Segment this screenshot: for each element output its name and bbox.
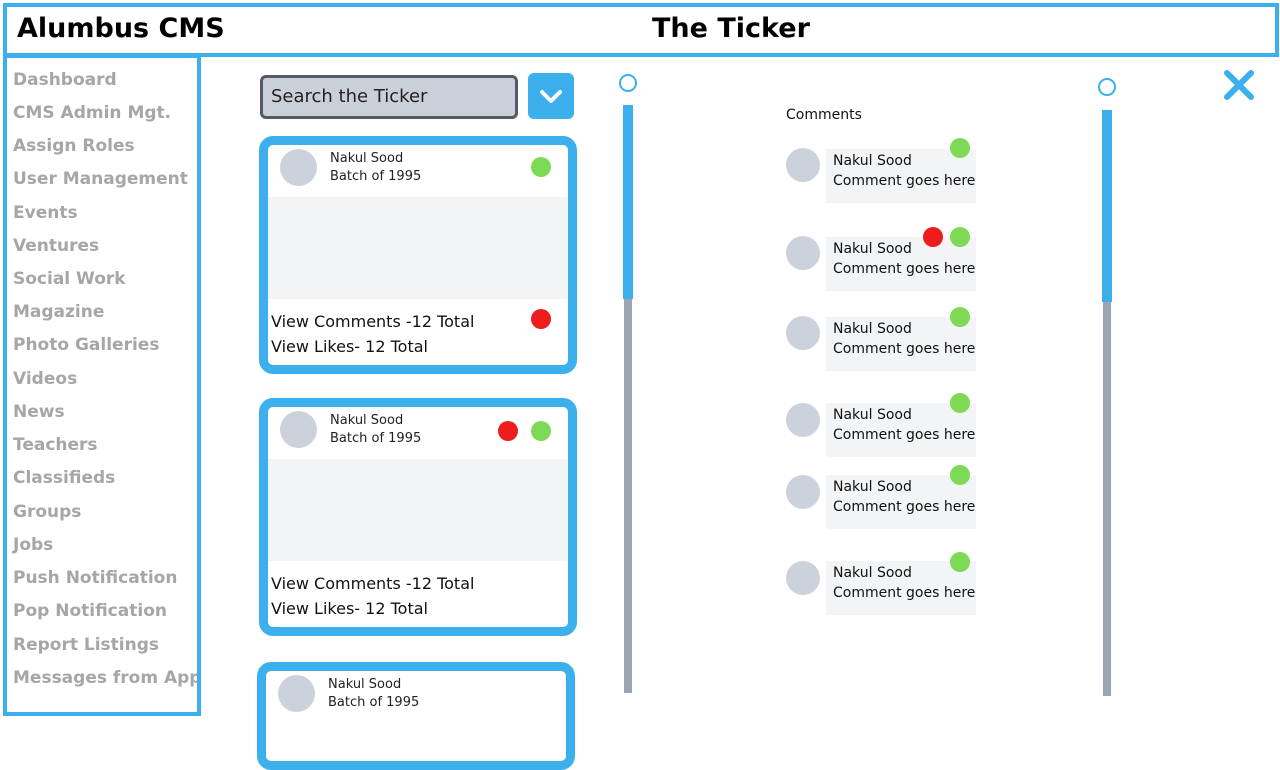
post-author-name: Nakul Sood xyxy=(330,413,404,428)
avatar xyxy=(786,236,820,270)
sidebar-item-jobs[interactable]: Jobs xyxy=(13,535,53,555)
sidebar-item-cms-admin[interactable]: CMS Admin Mgt. xyxy=(13,103,171,123)
post-header: Nakul Sood Batch of 1995 xyxy=(266,671,566,721)
chevron-down-icon xyxy=(540,90,562,103)
comment-item: Nakul Sood Comment goes here xyxy=(826,149,976,203)
approve-comment-button[interactable] xyxy=(950,138,970,158)
feed-scroll-top-handle[interactable] xyxy=(619,74,637,92)
comment-text: Comment goes here xyxy=(833,585,976,601)
comments-title: Comments xyxy=(786,107,862,123)
comment-text: Comment goes here xyxy=(833,173,976,189)
approve-comment-button[interactable] xyxy=(950,227,970,247)
view-likes-link[interactable]: View Likes- 12 Total xyxy=(271,337,428,356)
sidebar-item-messages-from-app[interactable]: Messages from App xyxy=(13,668,197,688)
view-likes-link[interactable]: View Likes- 12 Total xyxy=(271,599,428,618)
avatar xyxy=(280,149,317,186)
reject-comment-button[interactable] xyxy=(923,227,943,247)
post-author-name: Nakul Sood xyxy=(330,151,404,166)
comment-author: Nakul Sood xyxy=(833,407,912,423)
post-author-batch: Batch of 1995 xyxy=(328,695,420,710)
sidebar-item-groups[interactable]: Groups xyxy=(13,502,81,522)
post-author-batch: Batch of 1995 xyxy=(330,169,422,184)
comment-author: Nakul Sood xyxy=(833,153,912,169)
post-author-batch: Batch of 1995 xyxy=(330,431,422,446)
approve-comment-button[interactable] xyxy=(950,307,970,327)
sidebar-item-report-listings[interactable]: Report Listings xyxy=(13,635,159,655)
avatar xyxy=(278,675,315,712)
comments-scroll-top-handle[interactable] xyxy=(1098,78,1116,96)
avatar xyxy=(786,475,820,509)
approve-comment-button[interactable] xyxy=(950,465,970,485)
avatar xyxy=(786,561,820,595)
sidebar-item-dashboard[interactable]: Dashboard xyxy=(13,70,117,90)
search-box xyxy=(260,75,518,119)
sidebar-item-assign-roles[interactable]: Assign Roles xyxy=(13,136,135,156)
header-bar: Alumbus CMS The Ticker xyxy=(3,3,1279,57)
app-title: Alumbus CMS xyxy=(17,13,225,44)
sidebar-item-videos[interactable]: Videos xyxy=(13,369,77,389)
close-icon xyxy=(1224,70,1254,100)
sidebar-item-pop-notification[interactable]: Pop Notification xyxy=(13,601,167,621)
reject-button[interactable] xyxy=(531,309,551,329)
comment-author: Nakul Sood xyxy=(833,565,912,581)
comment-author: Nakul Sood xyxy=(833,479,912,495)
post-card: Nakul Sood Batch of 1995 View Comments -… xyxy=(259,398,577,636)
reject-button[interactable] xyxy=(498,421,518,441)
post-card: Nakul Sood Batch of 1995 xyxy=(257,662,575,770)
comments-scrollbar-thumb[interactable] xyxy=(1102,110,1112,302)
comment-text: Comment goes here xyxy=(833,499,976,515)
sidebar-item-events[interactable]: Events xyxy=(13,203,78,223)
sidebar-item-user-management[interactable]: User Management xyxy=(13,169,188,189)
sidebar-item-photo-galleries[interactable]: Photo Galleries xyxy=(13,335,159,355)
sidebar-item-ventures[interactable]: Ventures xyxy=(13,236,99,256)
post-header: Nakul Sood Batch of 1995 xyxy=(268,145,568,195)
comment-text: Comment goes here xyxy=(833,341,976,357)
post-media xyxy=(268,197,568,299)
feed-scrollbar-thumb[interactable] xyxy=(623,105,633,299)
approve-button[interactable] xyxy=(531,421,551,441)
avatar xyxy=(280,411,317,448)
avatar xyxy=(786,148,820,182)
comment-author: Nakul Sood xyxy=(833,241,912,257)
comment-author: Nakul Sood xyxy=(833,321,912,337)
search-input[interactable] xyxy=(263,78,514,114)
approve-comment-button[interactable] xyxy=(950,393,970,413)
sidebar-item-classifieds[interactable]: Classifieds xyxy=(13,468,115,488)
sidebar-item-news[interactable]: News xyxy=(13,402,65,422)
post-card: Nakul Sood Batch of 1995 View Comments -… xyxy=(259,136,577,374)
approve-button[interactable] xyxy=(531,157,551,177)
search-dropdown-button[interactable] xyxy=(528,73,574,119)
view-comments-link[interactable]: View Comments -12 Total xyxy=(271,312,474,331)
page-title: The Ticker xyxy=(652,13,810,44)
comment-text: Comment goes here xyxy=(833,261,976,277)
sidebar: Dashboard CMS Admin Mgt. Assign Roles Us… xyxy=(3,54,201,716)
approve-comment-button[interactable] xyxy=(950,552,970,572)
avatar xyxy=(786,316,820,350)
post-media xyxy=(268,459,568,561)
sidebar-item-social-work[interactable]: Social Work xyxy=(13,269,126,289)
comment-text: Comment goes here xyxy=(833,427,976,443)
post-author-name: Nakul Sood xyxy=(328,677,402,692)
close-button[interactable] xyxy=(1222,68,1256,102)
post-header: Nakul Sood Batch of 1995 xyxy=(268,407,568,457)
sidebar-item-push-notification[interactable]: Push Notification xyxy=(13,568,177,588)
view-comments-link[interactable]: View Comments -12 Total xyxy=(271,574,474,593)
sidebar-item-teachers[interactable]: Teachers xyxy=(13,435,98,455)
avatar xyxy=(786,403,820,437)
sidebar-item-magazine[interactable]: Magazine xyxy=(13,302,104,322)
